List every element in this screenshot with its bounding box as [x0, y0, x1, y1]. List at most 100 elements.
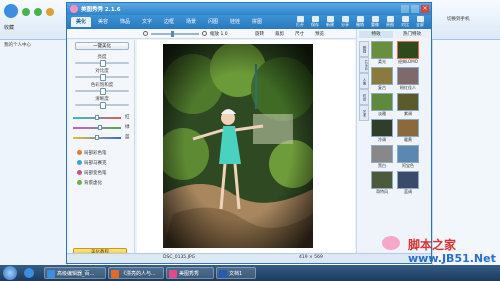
green-label: 绿 [125, 125, 130, 130]
side-tab-art[interactable]: 艺术 [359, 105, 369, 121]
slider-knob[interactable] [95, 115, 99, 120]
effect-thumb[interactable]: 哥特风 [371, 171, 393, 195]
slider-knob[interactable] [100, 102, 106, 109]
zoom-label: 缩放 1.0 [210, 32, 228, 37]
local-recolor-option[interactable]: 局部变色笔 [77, 170, 107, 177]
minimize-icon[interactable] [401, 5, 409, 13]
red-label: 红 [125, 115, 130, 120]
blue-slider[interactable]: 蓝 [73, 134, 131, 142]
maximize-icon[interactable] [411, 5, 419, 13]
effect-thumb[interactable]: 经典LOMO [397, 41, 419, 65]
tab-doll[interactable]: 娃娃 [225, 17, 245, 27]
effect-thumb[interactable]: 黑白 [371, 145, 393, 169]
effect-thumb[interactable]: 暖黄 [397, 119, 419, 143]
redo-button[interactable]: 重做 [368, 16, 382, 28]
one-click-beautify-button[interactable]: 一键美化 [75, 42, 129, 50]
pinned-browser-icon[interactable] [24, 268, 34, 278]
effect-thumb[interactable]: 淡雅 [371, 93, 393, 117]
effect-thumb[interactable]: 紫调 [397, 93, 419, 117]
crop-button[interactable]: 裁剪 [275, 31, 284, 37]
blue-label: 蓝 [125, 135, 130, 140]
save-button[interactable]: 保存 [308, 16, 322, 28]
tab-collage[interactable]: 拼图 [247, 17, 267, 27]
recolor-pen-icon [77, 170, 82, 175]
tab-beautify[interactable]: 美化 [71, 17, 91, 27]
slider-knob[interactable] [95, 135, 99, 140]
slider-track[interactable] [73, 127, 121, 129]
local-mosaic-option[interactable]: 局部马赛克 [77, 160, 107, 167]
fullscreen-button[interactable]: 全屏 [413, 16, 427, 28]
browser-right-pane: 切换到手机 [432, 17, 500, 266]
personal-center-link[interactable]: 我的个人中心 [4, 42, 31, 48]
effect-thumb[interactable]: 粉红佳人 [397, 67, 419, 91]
new-icon [326, 16, 334, 22]
new-button[interactable]: 新建 [323, 16, 337, 28]
color-pen-icon [77, 150, 82, 155]
taskbar-item[interactable]: 文档1 [216, 267, 256, 279]
slider-knob[interactable] [100, 88, 106, 95]
local-color-pen-option[interactable]: 局部彩色笔 [77, 150, 107, 157]
effect-thumb[interactable]: 柔光 [371, 41, 393, 65]
original-icon [386, 16, 394, 22]
tab-effects[interactable]: 特效 [359, 31, 393, 38]
tab-flash[interactable]: 闪图 [203, 17, 223, 27]
resize-button[interactable]: 尺寸 [295, 31, 304, 37]
zoom-in-icon[interactable] [202, 31, 207, 36]
tab-frame[interactable]: 边框 [159, 17, 179, 27]
effect-thumb[interactable]: 阿宝色 [397, 145, 419, 169]
dimensions-label: 419 × 569 [299, 255, 323, 260]
preview-button[interactable]: 预览 [315, 31, 324, 37]
zoom-out-icon[interactable] [143, 31, 148, 36]
background-blur-option[interactable]: 背景虚化 [77, 180, 102, 187]
red-slider[interactable]: 红 [73, 114, 131, 122]
effect-thumb[interactable]: 复古 [371, 67, 393, 91]
browser-sidebar: 我的个人中心 [0, 40, 68, 266]
browser-tab-favorites[interactable]: 收藏 [4, 24, 14, 31]
switch-to-mobile-link[interactable]: 切换到手机 [447, 16, 470, 22]
side-tab-basic[interactable]: 基础 [359, 41, 369, 57]
app-titlebar: 美图秀秀 2.1.6 × [67, 3, 431, 15]
watermark-title: 脚本之家 [408, 238, 457, 252]
slider-knob[interactable] [98, 125, 102, 130]
taskbar-item[interactable]: 高级编辑器_百... [44, 267, 106, 279]
side-tab-lomo[interactable]: LOMO [359, 57, 369, 73]
edited-photo[interactable] [163, 44, 313, 248]
back-icon[interactable] [22, 8, 30, 16]
slider-knob[interactable] [100, 74, 106, 81]
tab-text[interactable]: 文字 [137, 17, 157, 27]
side-tab-fashion[interactable]: 时尚 [359, 89, 369, 105]
share-button[interactable]: 分享 [338, 16, 352, 28]
browser-logo-icon[interactable] [4, 4, 18, 18]
refresh-icon[interactable] [46, 8, 54, 16]
start-button[interactable] [3, 266, 17, 280]
compare-button[interactable]: 对比 [398, 16, 412, 28]
taskbar-item[interactable]: 美图秀秀 [166, 267, 214, 279]
contrast-slider[interactable]: 对比度 [71, 68, 133, 81]
tab-scene[interactable]: 场景 [181, 17, 201, 27]
undo-button[interactable]: 撤销 [353, 16, 367, 28]
zoom-slider[interactable] [151, 33, 199, 35]
effects-panel: 特效 热门特效 基础 LOMO 人像 时尚 艺术 柔光 经典LOMO 复古 粉红… [356, 29, 431, 260]
green-slider[interactable]: 绿 [73, 124, 131, 132]
tab-popular-effects[interactable]: 热门特效 [395, 31, 429, 38]
effect-thumb[interactable]: 冷调 [371, 119, 393, 143]
zoom-slider-knob[interactable] [171, 31, 174, 37]
open-icon [296, 16, 304, 22]
forward-icon[interactable] [34, 8, 42, 16]
slider-knob[interactable] [100, 60, 106, 67]
undo-icon [356, 16, 364, 22]
saturation-slider[interactable]: 色彩饱和度 [71, 82, 133, 95]
taskbar-item[interactable]: 《漂亮的人与... [108, 267, 164, 279]
brightness-slider[interactable]: 亮度 [71, 54, 133, 67]
tab-beauty[interactable]: 美容 [93, 17, 113, 27]
main-nav: 美化 美容 饰品 文字 边框 场景 闪图 娃娃 拼图 打开 保存 新建 分享 撤… [67, 15, 431, 29]
side-tab-portrait[interactable]: 人像 [359, 73, 369, 89]
effect-thumb[interactable]: 蓝调 [397, 171, 419, 195]
sharpness-slider[interactable]: 清晰度 [71, 96, 133, 109]
fullscreen-icon [416, 16, 424, 22]
close-icon[interactable]: × [421, 5, 429, 13]
rotate-button[interactable]: 旋转 [255, 31, 264, 37]
original-button[interactable]: 原图 [383, 16, 397, 28]
open-button[interactable]: 打开 [293, 16, 307, 28]
tab-accessories[interactable]: 饰品 [115, 17, 135, 27]
